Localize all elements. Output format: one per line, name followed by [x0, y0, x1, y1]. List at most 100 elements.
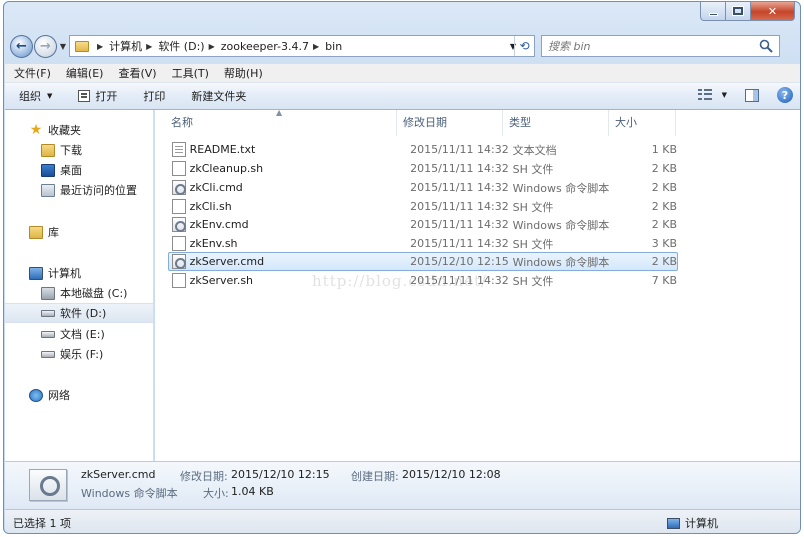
nav-drive-d[interactable]: 软件 (D:)	[5, 303, 153, 323]
close-button[interactable]: ✕	[751, 2, 795, 21]
chevron-right-icon[interactable]: ▶	[97, 42, 103, 51]
column-type[interactable]: 类型	[503, 110, 609, 136]
open-label: 打开	[95, 90, 118, 103]
forward-button[interactable]: →	[34, 34, 57, 58]
details-created-value: 2015/12/10 12:08	[402, 468, 501, 481]
refresh-icon: ⟲	[519, 39, 530, 53]
file-size: 7 KB	[651, 274, 677, 287]
file-row[interactable]: zkCleanup.sh 2015/11/11 14:32 SH 文件 2 KB	[168, 159, 678, 178]
details-created-label: 创建日期:	[351, 470, 399, 483]
nav-desktop-label: 桌面	[60, 164, 82, 177]
new-folder-button[interactable]: 新建文件夹	[191, 88, 246, 104]
status-location: 计算机	[667, 515, 718, 531]
nav-drive-f[interactable]: 娱乐 (F:)	[5, 344, 153, 364]
nav-drive-c[interactable]: 本地磁盘 (C:)	[5, 283, 153, 303]
breadcrumb-drive-d[interactable]: 软件 (D:)	[158, 38, 204, 54]
file-type: SH 文件	[512, 200, 554, 214]
menu-file[interactable]: 文件(F)	[8, 65, 57, 81]
column-date[interactable]: 修改日期	[397, 110, 503, 136]
nav-drive-d-label: 软件 (D:)	[60, 307, 107, 320]
nav-network[interactable]: 网络	[5, 385, 153, 405]
drive-icon	[41, 330, 55, 338]
details-size-label: 大小:	[203, 487, 229, 500]
details-modified-label: 修改日期:	[180, 470, 228, 483]
nav-recent[interactable]: 最近访问的位置	[5, 180, 153, 200]
watermark: http://blog.csdn.net/	[312, 272, 488, 290]
status-bar: 已选择 1 项 计算机	[5, 509, 800, 533]
navigation-pane: ★ 收藏夹 下载 桌面 最近访问的位置 库 计算机 本地磁盘 (C:) 软件 (…	[5, 110, 154, 461]
search-input[interactable]	[542, 36, 742, 56]
back-button[interactable]: ←	[10, 34, 33, 58]
close-icon: ✕	[767, 4, 778, 18]
print-button[interactable]: 打印	[143, 88, 165, 104]
sort-ascending-icon: ▲	[276, 108, 283, 117]
chevron-right-icon[interactable]: ▶	[146, 42, 152, 51]
chevron-down-icon: ▼	[47, 92, 53, 100]
nav-computer-label: 计算机	[48, 267, 81, 280]
help-icon[interactable]: ?	[777, 87, 793, 103]
nav-downloads[interactable]: 下载	[5, 140, 153, 160]
file-type: Windows 命令脚本	[512, 255, 610, 269]
computer-icon	[667, 517, 680, 529]
file-row[interactable]: zkCli.cmd 2015/11/11 14:32 Windows 命令脚本 …	[168, 178, 678, 197]
open-icon	[78, 90, 91, 102]
recent-pages-dropdown[interactable]: ▼	[57, 42, 69, 51]
file-name: zkCli.cmd	[189, 181, 243, 194]
file-row[interactable]: README.txt 2015/11/11 14:32 文本文档 1 KB	[168, 140, 678, 159]
caption-buttons: ✕	[700, 2, 795, 21]
file-date: 2015/11/11 14:32	[410, 162, 509, 175]
maximize-icon	[732, 6, 744, 16]
breadcrumb-bin[interactable]: bin	[325, 40, 342, 53]
details-pane: zkServer.cmd Windows 命令脚本 修改日期: 2015/12/…	[5, 461, 800, 509]
file-size: 3 KB	[651, 237, 677, 250]
menu-view[interactable]: 查看(V)	[112, 65, 162, 81]
column-size[interactable]: 大小	[609, 110, 676, 136]
nav-libraries[interactable]: 库	[5, 222, 153, 242]
address-bar[interactable]: ▶ 计算机 ▶ 软件 (D:) ▶ zookeeper-3.4.7 ▶ bin …	[69, 35, 535, 57]
file-row[interactable]: zkCli.sh 2015/11/11 14:32 SH 文件 2 KB	[168, 197, 678, 216]
details-file-type: Windows 命令脚本	[81, 487, 178, 500]
system-drive-icon	[41, 286, 55, 300]
column-headers: ▲ 名称 修改日期 类型 大小	[155, 108, 800, 136]
chevron-right-icon[interactable]: ▶	[313, 42, 319, 51]
view-options-dropdown[interactable]: ▼	[722, 91, 727, 99]
nav-desktop[interactable]: 桌面	[5, 160, 153, 180]
nav-network-label: 网络	[48, 389, 70, 402]
file-row[interactable]: zkEnv.sh 2015/11/11 14:32 SH 文件 3 KB	[168, 234, 678, 253]
search-icon[interactable]	[759, 39, 773, 53]
nav-computer[interactable]: 计算机	[5, 263, 153, 283]
file-date: 2015/12/10 12:15	[410, 255, 509, 268]
file-type: Windows 命令脚本	[512, 218, 610, 232]
menu-help[interactable]: 帮助(H)	[218, 65, 269, 81]
menu-tools[interactable]: 工具(T)	[166, 65, 215, 81]
file-row-selected[interactable]: zkServer.cmd 2015/12/10 12:15 Windows 命令…	[168, 252, 678, 271]
nav-drive-f-label: 娱乐 (F:)	[60, 348, 104, 361]
breadcrumb-computer[interactable]: 计算机	[109, 38, 142, 54]
cmd-script-icon	[172, 180, 186, 195]
menu-edit[interactable]: 编辑(E)	[60, 65, 110, 81]
cmd-script-large-icon	[29, 469, 67, 501]
minimize-button[interactable]	[700, 2, 726, 21]
star-icon: ★	[29, 121, 43, 138]
file-icon	[172, 273, 186, 288]
nav-drive-e[interactable]: 文档 (E:)	[5, 324, 153, 344]
open-button[interactable]: 打开	[78, 88, 117, 104]
organize-button[interactable]: 组织 ▼	[19, 88, 52, 104]
file-icon	[172, 199, 186, 214]
file-row[interactable]: zkEnv.cmd 2015/11/11 14:32 Windows 命令脚本 …	[168, 215, 678, 234]
chevron-right-icon[interactable]: ▶	[209, 42, 215, 51]
maximize-button[interactable]	[726, 2, 751, 21]
change-view-icon[interactable]	[697, 89, 714, 101]
preview-pane-icon[interactable]	[745, 88, 759, 102]
desktop-icon	[41, 163, 55, 177]
refresh-button[interactable]: ⟲	[514, 36, 534, 56]
file-name: zkCli.sh	[189, 200, 232, 213]
status-location-label: 计算机	[685, 517, 718, 530]
file-size: 1 KB	[651, 143, 677, 156]
file-name: zkServer.cmd	[189, 255, 265, 268]
cmd-script-icon	[172, 217, 186, 232]
file-size: 2 KB	[651, 200, 677, 213]
breadcrumb-zookeeper[interactable]: zookeeper-3.4.7	[221, 40, 309, 53]
new-folder-label: 新建文件夹	[191, 90, 247, 103]
nav-favorites[interactable]: ★ 收藏夹	[5, 120, 153, 140]
